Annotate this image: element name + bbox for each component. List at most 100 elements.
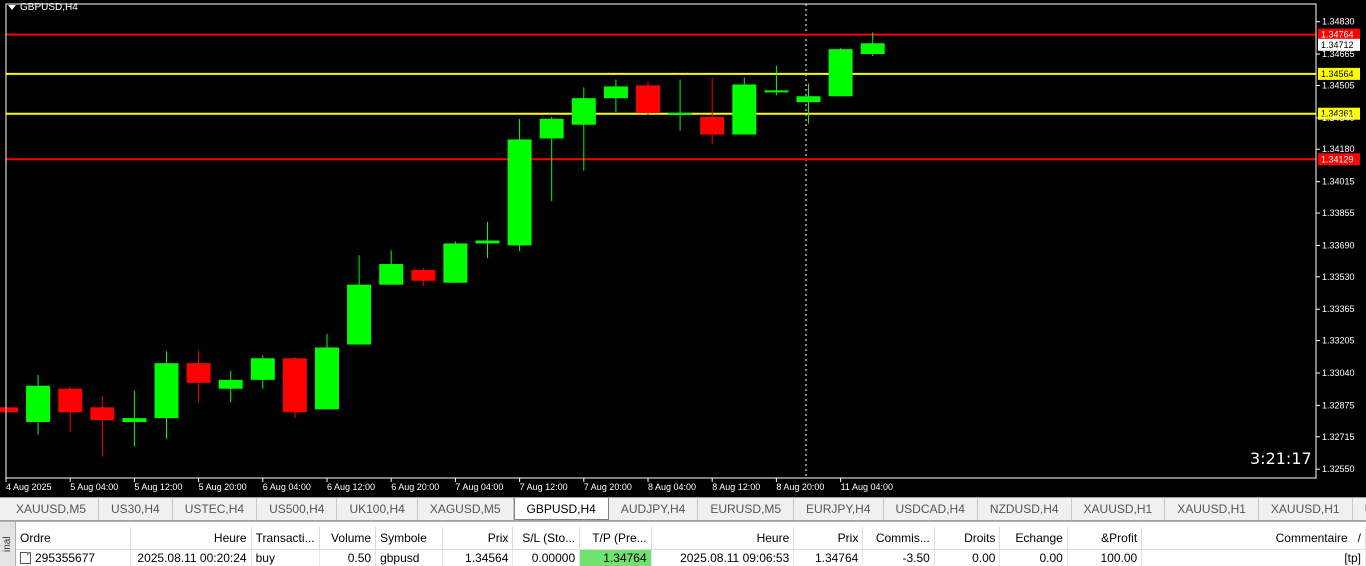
column-header[interactable]: Heure xyxy=(651,527,795,550)
tab-eurjpy-h4[interactable]: EURJPY,H4 xyxy=(794,498,884,520)
table-row[interactable]: 295355677 2025.08.11 00:20:24 buy 0.50 gbpus… xyxy=(16,549,1366,566)
column-header[interactable]: Prix xyxy=(793,527,864,550)
column-header[interactable]: Transacti... xyxy=(251,527,320,550)
column-header[interactable]: &Profit xyxy=(1067,527,1143,550)
table-cell: 295355677 xyxy=(16,549,131,566)
table-cell: 0.00 xyxy=(999,549,1068,566)
table-cell-value: 0.00 xyxy=(972,551,996,566)
table-cell: 0.00000 xyxy=(512,549,581,566)
chart-tabs: XAUUSD,M5 US30,H4 USTEC,H4 US500,H4 UK100,H4… xyxy=(0,497,1366,521)
column-header[interactable]: Echange xyxy=(999,527,1068,550)
price-tick-label: 1.33855 xyxy=(1322,208,1355,218)
tab-audjpy-h4[interactable]: AUDJPY,H4 xyxy=(609,498,699,520)
candle-body xyxy=(764,90,789,93)
tab-nzdusd-h4[interactable]: NZDUSD,H4 xyxy=(978,498,1072,520)
candle-body xyxy=(250,358,275,380)
tab-xauusd-h1[interactable]: XAUUSD,H1 xyxy=(1165,498,1259,520)
table-cell-value: 1.34764 xyxy=(814,551,859,566)
candle-body xyxy=(443,243,468,283)
tab-ustec-h4[interactable]: USTEC,H4 xyxy=(173,498,258,520)
price-tick-label: 1.33040 xyxy=(1322,368,1355,378)
candle-body xyxy=(636,85,660,113)
candle-body xyxy=(347,284,372,345)
column-header-label: Volume xyxy=(331,530,372,545)
table-cell-value: 0.00 xyxy=(1039,551,1063,566)
column-header-label: Prix xyxy=(837,530,859,545)
table-cell-value: 0.50 xyxy=(347,551,372,566)
column-header[interactable]: T/P (Pre... xyxy=(579,527,652,550)
tab-gbpusd-h4[interactable]: GBPUSD,H4 xyxy=(513,498,609,520)
column-header-label: S/L (Sto... xyxy=(522,530,576,545)
tab-eurusd-m5[interactable]: EURUSD,M5 xyxy=(698,498,795,520)
orders-header-row: Ordre Heure Transacti... Volume Symbole Prix S… xyxy=(16,527,1366,550)
table-cell-value: gbpusd xyxy=(380,551,420,566)
trading-terminal: 1.34764 1.34564 1.34361 1.34129 1.34712 1.34… xyxy=(0,0,1366,566)
column-header[interactable]: S/L (Sto... xyxy=(512,527,581,550)
tab-xauusd-h1[interactable]: XAUUSD,H1 xyxy=(1072,498,1166,520)
column-header[interactable]: Symbole xyxy=(375,527,444,550)
candle-body xyxy=(90,407,115,421)
candle-body xyxy=(571,98,596,125)
candle-body xyxy=(507,139,532,246)
plot-frame xyxy=(5,3,1317,479)
price-tick-label: 1.33690 xyxy=(1322,240,1355,250)
table-cell-value: 1.34564 xyxy=(465,551,509,566)
candle-body xyxy=(154,363,179,419)
tab-us30-h4[interactable]: US30,H4 xyxy=(99,498,173,520)
price-tick-label: 1.34340 xyxy=(1322,113,1355,123)
column-header[interactable]: Prix xyxy=(442,527,514,550)
column-header-label: Symbole xyxy=(380,530,427,545)
candle-body xyxy=(186,363,211,383)
time-tick-label: 4 Aug 2025 xyxy=(6,482,52,492)
candle-body xyxy=(475,240,500,244)
time-tick-label: 11 Aug 04:00 xyxy=(841,482,893,492)
table-cell: 0.50 xyxy=(319,549,377,566)
price-tick-label: 1.34830 xyxy=(1322,17,1355,27)
tab-us500-h4[interactable]: US500,H4 xyxy=(257,498,338,520)
column-header-label: Commentaire xyxy=(1275,530,1348,545)
table-cell-value: 0.00000 xyxy=(531,551,576,566)
column-header[interactable]: Droits xyxy=(934,527,1001,550)
candle-body xyxy=(218,379,243,389)
table-cell-value: -3.50 xyxy=(902,551,930,566)
table-cell: 1.34764 xyxy=(793,549,864,566)
terminal-side-label[interactable]: inal xyxy=(0,522,16,566)
terminal-panel: inal Ordre Heure Transacti... Volume Symbole… xyxy=(0,521,1366,566)
candle-body xyxy=(58,388,83,413)
tab-usdcad-weekly[interactable]: USDCAD,Weekly xyxy=(1353,498,1366,520)
chart-symbol-title[interactable]: GBPUSD,H4 xyxy=(8,2,78,13)
tab-uk100-h4[interactable]: UK100,H4 xyxy=(337,498,418,520)
tab-usdcad-h4[interactable]: USDCAD,H4 xyxy=(884,498,978,520)
tab-xauusd-m5[interactable]: XAUUSD,M5 xyxy=(4,498,100,520)
time-tick-label: 7 Aug 12:00 xyxy=(520,482,568,492)
column-header-label: Heure xyxy=(756,530,790,545)
time-tick-label: 6 Aug 20:00 xyxy=(391,482,439,492)
candle-body xyxy=(0,407,18,413)
table-cell: buy xyxy=(251,549,320,566)
dropdown-triangle-icon xyxy=(8,5,16,10)
candle-body xyxy=(700,116,725,135)
tab-xauusd-h1[interactable]: XAUUSD,H1 xyxy=(1259,498,1353,520)
chart-area[interactable]: 1.34764 1.34564 1.34361 1.34129 1.34712 1.34… xyxy=(0,0,1366,497)
price-tick-label: 1.34505 xyxy=(1322,80,1355,90)
column-header[interactable]: Ordre xyxy=(16,527,131,550)
time-tick-label: 6 Aug 12:00 xyxy=(327,482,375,492)
candle-body xyxy=(411,269,436,281)
column-header[interactable]: Commentaire / xyxy=(1141,527,1366,550)
candle-body xyxy=(315,347,339,410)
candle-body xyxy=(732,84,757,135)
column-header[interactable]: Volume xyxy=(319,527,377,550)
candle-countdown-timer: 3:21:17 xyxy=(1250,449,1312,468)
table-cell-value: 2025.08.11 00:20:24 xyxy=(137,551,247,566)
column-header-label: Heure xyxy=(213,530,247,545)
time-tick-label: 5 Aug 04:00 xyxy=(70,482,118,492)
tab-xagusd-m5[interactable]: XAGUSD,M5 xyxy=(418,498,514,520)
column-header[interactable]: Commis... xyxy=(862,527,935,550)
column-header[interactable]: Heure xyxy=(130,527,252,550)
orders-table: Ordre Heure Transacti... Volume Symbole Prix S… xyxy=(16,527,1366,566)
column-header-label: Echange xyxy=(1015,530,1063,545)
price-chart[interactable]: 1.347641.345641.343611.341291.34712 1.34… xyxy=(0,0,1366,497)
candle-body xyxy=(122,418,147,423)
column-header-label: T/P (Pre... xyxy=(592,530,647,545)
time-tick-label: 8 Aug 20:00 xyxy=(776,482,824,492)
